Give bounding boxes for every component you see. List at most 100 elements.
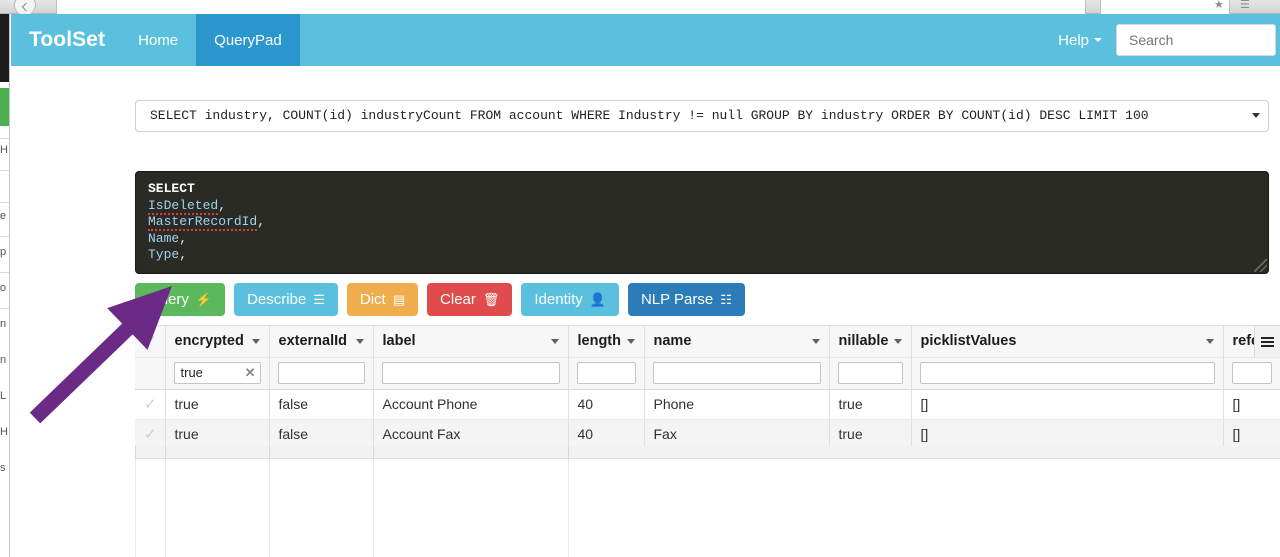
grid-column-divider [165, 459, 166, 557]
chevron-down-icon [1094, 38, 1102, 42]
cell-encrypted: true [165, 419, 270, 450]
column-header-referenceTo[interactable]: refe [1223, 326, 1280, 358]
filter-input-label[interactable] [381, 362, 560, 384]
column-header-externalId[interactable]: externalId [269, 326, 374, 358]
editor-token: , [218, 197, 227, 213]
editor-resize-handle[interactable] [1254, 259, 1267, 272]
brand-logo[interactable]: ToolSet [11, 14, 120, 66]
search-input[interactable] [1116, 24, 1276, 56]
nav-item-home[interactable]: Home [120, 14, 196, 66]
filter-input-nillable[interactable] [837, 362, 903, 384]
bolt-icon: ⚡ [195, 292, 213, 307]
chevron-down-icon[interactable] [251, 338, 260, 344]
help-label: Help [1058, 31, 1089, 49]
column-header-label[interactable]: label [373, 326, 569, 358]
query-combobox[interactable]: SELECT industry, COUNT(id) industryCount… [135, 100, 1269, 132]
filter-input-externalId[interactable] [277, 362, 365, 384]
chevron-down-icon[interactable] [893, 338, 902, 344]
cell-length: 40 [568, 389, 645, 420]
cell-referenceTo: [] [1223, 419, 1280, 450]
grid-column-divider [165, 446, 166, 459]
clear-button-label: Clear [440, 291, 476, 308]
identity-button[interactable]: Identity 👤 [521, 283, 619, 316]
filter-cell-externalId [269, 357, 374, 390]
grid-column-divider [373, 459, 374, 557]
column-header-nillable[interactable]: nillable [829, 326, 912, 358]
chevron-down-icon[interactable] [626, 338, 635, 344]
column-header-length[interactable]: length [568, 326, 645, 358]
grid-icon: ☷ [720, 292, 732, 307]
editor-token: IsDeleted [148, 197, 219, 215]
editor-line: IsDeleted, [148, 197, 1256, 215]
query-button-label: Query [148, 291, 189, 308]
describe-button[interactable]: Describe ☰ [234, 283, 338, 316]
column-header-label: picklistValues [920, 333, 1017, 350]
chevron-down-icon[interactable] [550, 338, 559, 344]
sql-editor[interactable]: SELECT IsDeleted, MasterRecordId, Name, … [135, 171, 1269, 274]
column-header-label: externalId [278, 333, 348, 350]
checkmark-icon: ✓ [144, 396, 157, 413]
filter-input-name[interactable] [652, 362, 821, 384]
filter-input-referenceTo[interactable] [1231, 362, 1272, 384]
select-all-header[interactable]: ✓ [135, 326, 166, 358]
filter-input-length[interactable] [576, 362, 636, 384]
background-dark-block [0, 14, 9, 82]
cell-externalId: false [269, 389, 374, 420]
table-filter-row: true ✕ [135, 357, 1280, 390]
hamburger-menu-icon[interactable] [1253, 326, 1280, 357]
table-row[interactable]: ✓ true false Account Phone 40 Phone true[][] [135, 389, 1280, 420]
column-header-encrypted[interactable]: encrypted [165, 326, 270, 358]
screenshot-root: H e p o n n L H s ★ ☰ ToolSet Home Query… [0, 0, 1280, 557]
nlp-parse-button[interactable]: NLP Parse ☷ [627, 283, 745, 316]
filter-cell-encrypted: true ✕ [165, 357, 270, 390]
clear-filter-icon[interactable]: ✕ [245, 364, 256, 382]
cell-picklistValues: [] [911, 419, 1224, 450]
clear-button[interactable]: Clear 🗑 [427, 283, 513, 316]
column-header-label: length [577, 333, 621, 350]
editor-line: MasterRecordId, [148, 214, 1256, 231]
filter-input-picklistValues[interactable] [919, 362, 1215, 384]
chevron-down-icon[interactable] [1205, 338, 1214, 344]
column-header-picklistValues[interactable]: picklistValues [911, 326, 1224, 358]
grid-column-divider [568, 446, 569, 459]
query-input[interactable]: SELECT industry, COUNT(id) industryCount… [135, 100, 1269, 132]
cell-name: Phone [644, 389, 830, 420]
filter-cell-length [568, 357, 645, 390]
cell-picklistValues: [] [911, 389, 1224, 420]
cell-referenceTo: [] [1223, 389, 1280, 420]
table-header-row: ✓ encrypted externalId label length name nilla… [135, 326, 1280, 358]
describe-button-label: Describe [247, 291, 307, 308]
background-green-block [0, 88, 9, 126]
editor-line: SELECT [148, 181, 1256, 198]
table-row[interactable]: ✓ true false Account Fax 40 Fax true[][] [135, 419, 1280, 450]
row-select-checkbox[interactable]: ✓ [135, 389, 166, 420]
book-icon: ▤ [392, 292, 406, 307]
dict-button-label: Dict [359, 291, 386, 308]
column-header-name[interactable]: name [644, 326, 830, 358]
cell-encrypted: true [165, 389, 270, 420]
cell-nillable: true [829, 419, 912, 450]
results-table: ✓ encrypted externalId label length name nilla… [135, 326, 1280, 450]
nav-item-querypad[interactable]: QueryPad [196, 14, 300, 66]
grid-column-divider [135, 459, 136, 557]
editor-token: MasterRecordId [148, 214, 258, 231]
filter-cell-nillable [829, 357, 912, 390]
query-button[interactable]: Query ⚡ [135, 283, 226, 316]
action-button-row: Query ⚡ Describe ☰ Dict ▤ Clear 🗑 Identi… [135, 283, 745, 316]
dict-button[interactable]: Dict ▤ [346, 283, 419, 316]
chevron-down-icon[interactable] [811, 338, 820, 344]
editor-token: , [179, 230, 188, 246]
browser-menu-icon[interactable]: ☰ [1240, 0, 1250, 11]
grid-column-divider [373, 446, 374, 459]
app-window: ToolSet Home QueryPad Help SELECT indust… [11, 14, 1280, 557]
cell-nillable: true [829, 389, 912, 420]
editor-token: , [257, 214, 266, 229]
nav-item-help[interactable]: Help [1044, 32, 1116, 49]
chevron-down-icon[interactable] [355, 338, 364, 344]
bookmark-star-icon[interactable]: ★ [1214, 0, 1224, 11]
identity-button-label: Identity [534, 291, 583, 308]
grid-column-divider [269, 446, 270, 459]
row-select-checkbox[interactable]: ✓ [135, 419, 166, 450]
editor-token: Name [148, 230, 180, 246]
grid-bottom-edge [135, 446, 1280, 459]
